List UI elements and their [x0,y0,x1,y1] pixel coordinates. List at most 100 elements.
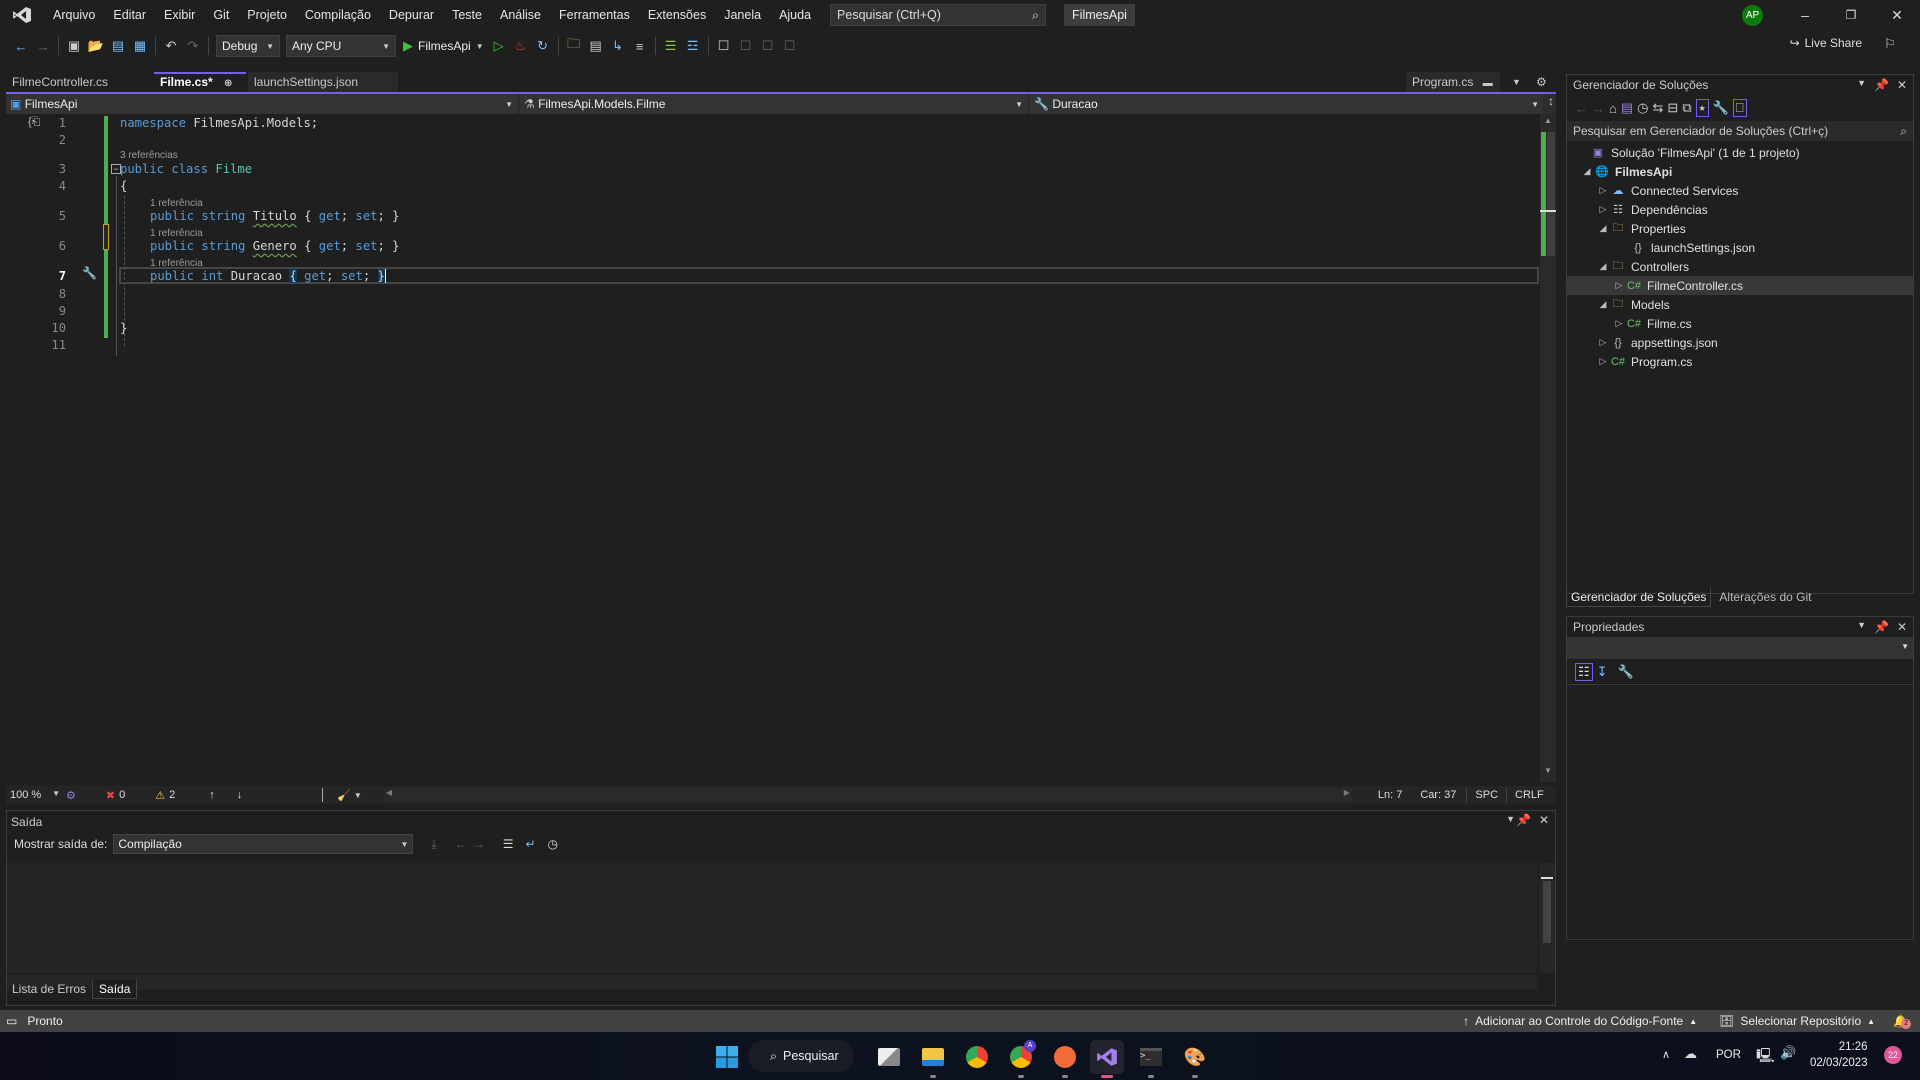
code-cleanup-icon[interactable]: 🧹 [337,789,351,802]
visual-studio-logo-icon[interactable] [10,5,34,25]
tree-item[interactable]: ◢ 🗀 Controllers [1567,257,1913,276]
indent-indicator[interactable]: SPC [1466,788,1506,802]
menu-git[interactable]: Git [204,0,238,30]
new-project-icon[interactable]: ▣ [63,35,85,57]
terminal-button[interactable]: >_ [1134,1040,1168,1078]
tree-item[interactable]: ◢ 🗀 Models [1567,295,1913,314]
clock[interactable]: 21:26 02/03/2023 [1810,1039,1868,1071]
zoom-dropdown[interactable]: 100 % ▼ [6,789,64,801]
preview-selected-icon[interactable]: ⎕ [1732,99,1747,117]
tab-error-list[interactable]: Lista de Erros [6,980,92,999]
timestamp-icon[interactable]: ◷ [548,837,558,851]
error-count[interactable]: 0 [119,789,125,801]
close-panel-icon[interactable]: ✕ [1897,78,1907,92]
menu-compilacao[interactable]: Compilação [296,0,380,30]
refresh-icon[interactable]: ↻ [532,35,554,57]
properties-icon[interactable]: 🔧 [1713,100,1729,116]
next-bookmark-icon[interactable]: ☐ [757,35,779,57]
type-dropdown[interactable]: ⚗ FilmesApi.Models.Filme ▼ [520,94,1028,114]
panel-menu-icon[interactable]: ▼ [1506,814,1515,824]
chevron-down-icon[interactable]: ▼ [354,791,362,800]
hot-reload-icon[interactable]: ♨ [510,35,532,57]
previous-bookmark-icon[interactable]: ☐ [735,35,757,57]
tree-item[interactable]: ◢ 🌐 FilmesApi [1567,162,1913,181]
collapsed-arrow-icon[interactable]: ▷ [1597,337,1609,348]
configuration-dropdown[interactable]: Debug ▼ [216,35,280,57]
codelens-references[interactable]: 1 referência [150,228,203,239]
find-message-icon[interactable]: ⤓ [431,837,436,852]
tab-launchsettings[interactable]: launchSettings.json [248,72,398,92]
feedback-icon[interactable]: ⚐ [1884,36,1896,52]
collapsed-arrow-icon[interactable]: ▷ [1597,204,1609,215]
save-icon[interactable]: ▤ [107,35,129,57]
expanded-arrow-icon[interactable]: ◢ [1597,299,1609,310]
property-pages-icon[interactable]: 🔧 [1618,664,1634,680]
platform-dropdown[interactable]: Any CPU ▼ [286,35,396,57]
close-panel-icon[interactable]: ✕ [1897,620,1907,634]
screwdriver-quick-action-icon[interactable]: 🔧 [82,266,97,280]
onedrive-cloud-icon[interactable]: ☁ [1684,1046,1697,1062]
scrollbar-thumb[interactable] [1543,881,1551,943]
tab-solution-explorer[interactable]: Gerenciador de Soluções [1566,588,1712,607]
menu-projeto[interactable]: Projeto [238,0,296,30]
home-icon[interactable]: ⌂ [1609,101,1617,116]
open-file-icon[interactable]: 📂 [85,35,107,57]
menu-depurar[interactable]: Depurar [380,0,443,30]
split-editor-icon[interactable]: ↕ [1546,94,1556,114]
clear-bookmarks-icon[interactable]: ☐ [779,35,801,57]
file-explorer-button[interactable] [916,1040,950,1078]
pin-icon[interactable]: 📌 [1874,78,1889,92]
collapse-all-icon[interactable]: ⊟ [1667,100,1678,116]
uncomment-icon[interactable]: ☲ [682,35,704,57]
object-selector-dropdown[interactable]: ▼ [1567,637,1913,659]
menu-janela[interactable]: Janela [715,0,770,30]
collapsed-arrow-icon[interactable]: ▷ [1597,185,1609,196]
collapsed-arrow-icon[interactable]: ▷ [1613,318,1625,329]
pin-icon[interactable]: 📌 [1516,813,1531,827]
tree-item[interactable]: ▷ ☷ Dependências [1567,200,1913,219]
add-source-control-button[interactable]: ↑ Adicionar ao Controle do Código-Fonte … [1463,1014,1697,1028]
pinned-icon[interactable]: ▬ [1483,78,1493,89]
menu-teste[interactable]: Teste [443,0,491,30]
tab-filmecontroller[interactable]: FilmeController.cs [6,72,152,92]
tab-output[interactable]: Saída [92,980,138,999]
output-text-area[interactable] [7,863,1537,973]
solution-search-input[interactable]: Pesquisar em Gerenciador de Soluções (Ct… [1567,121,1913,141]
clear-all-icon[interactable]: ☰ [503,837,514,851]
pin-icon[interactable]: ⊕ [224,78,232,89]
settings-gear-icon[interactable]: ⚙ [1530,72,1553,92]
forward-navigation-icon[interactable]: → [32,35,54,57]
input-language-indicator[interactable]: POR [1716,1049,1741,1061]
menu-exibir[interactable]: Exibir [155,0,204,30]
scroll-up-icon[interactable]: ▲ [1544,116,1552,125]
expanded-arrow-icon[interactable]: ◢ [1597,223,1609,234]
editor-horizontal-scrollbar[interactable]: ◀ ▶ [383,788,1352,802]
back-navigation-icon[interactable]: ← [10,35,32,57]
scroll-left-icon[interactable]: ◀ [386,788,392,797]
collapsed-arrow-icon[interactable]: ▷ [1597,356,1609,367]
view-icon[interactable]: ⭑ [1695,99,1709,117]
search-input[interactable]: Pesquisar (Ctrl+Q) ⌕ [830,4,1047,26]
restore-button[interactable]: ❐ [1828,0,1874,30]
forward-icon[interactable]: → [1592,101,1605,116]
pending-changes-filter-icon[interactable]: ◷ [1637,100,1648,116]
tab-git-changes[interactable]: Alterações do Git [1711,588,1819,607]
code-editor[interactable]: {⎗ 1 2 3 4 5 6 7 8 9 10 11 − 🔧 namespace FilmesApi… [6,114,1540,782]
next-issue-icon[interactable]: ↓ [237,789,243,801]
layout-icon[interactable]: ▤ [585,35,607,57]
line-indicator[interactable]: Ln: 7 [1378,789,1402,801]
intellicode-icon[interactable]: ⚙ [66,789,76,802]
visual-studio-button[interactable] [1090,1040,1124,1078]
chrome-button[interactable] [960,1040,994,1074]
categorized-icon[interactable]: ☷ [1575,662,1593,681]
error-icon[interactable]: ✖ [106,789,115,802]
volume-icon[interactable]: 🔊 [1780,1045,1796,1061]
tree-item[interactable]: ▷ C# Filme.cs [1567,314,1913,333]
line-ending-indicator[interactable]: CRLF [1506,788,1552,802]
output-horizontal-scrollbar[interactable] [7,975,1537,989]
start-debugging-button[interactable]: ▶ FilmesApi ▼ [403,38,484,54]
panel-menu-icon[interactable]: ▼ [1857,620,1866,634]
menu-analise[interactable]: Análise [491,0,550,30]
minimize-button[interactable]: – [1782,0,1828,30]
tab-program-pinned[interactable]: Program.cs ▬ ✕ [1406,72,1500,111]
